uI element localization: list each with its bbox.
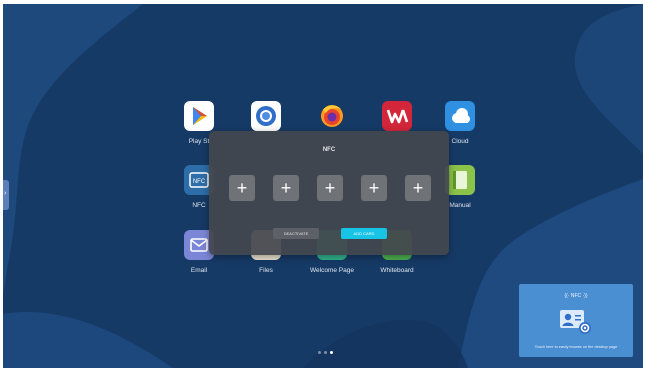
page-dot-active[interactable] xyxy=(330,351,333,354)
panel-title: ((· NFC ·)) xyxy=(564,293,588,299)
app-label: Email xyxy=(190,267,208,274)
plus-icon: + xyxy=(324,178,336,198)
chevron-right-icon: › xyxy=(4,190,7,197)
add-card-slot[interactable]: + xyxy=(273,175,299,201)
add-card-slot[interactable]: + xyxy=(361,175,387,201)
side-drawer-handle[interactable]: › xyxy=(3,180,9,210)
plus-icon: + xyxy=(368,178,380,198)
plus-icon: + xyxy=(412,178,424,198)
cloud-icon xyxy=(445,101,475,131)
app-label: Welcome Page xyxy=(310,267,354,274)
app-label: Files xyxy=(259,267,273,274)
page-dot[interactable] xyxy=(318,351,321,354)
user-card-settings-icon xyxy=(560,310,591,334)
add-card-slot[interactable]: + xyxy=(405,175,431,201)
nfc-dialog: NFC + + + + + DEACTIVATE ADD CARD xyxy=(209,131,449,255)
panel-description: Touch here to easily browse on the deskt… xyxy=(534,345,618,349)
desktop-screen: Play St Cloud NFC NFC Manual Email Files… xyxy=(3,4,643,368)
play-store-icon xyxy=(184,101,214,131)
firefox-icon xyxy=(317,101,347,131)
nfc-panel[interactable]: ((· NFC ·)) Touch here to easily browse … xyxy=(519,284,633,357)
page-dot[interactable] xyxy=(324,351,327,354)
wps-office-icon xyxy=(382,101,412,131)
app-label: Whiteboard xyxy=(380,267,414,274)
add-card-slot[interactable]: + xyxy=(317,175,343,201)
manual-icon xyxy=(445,165,475,195)
add-card-slot[interactable]: + xyxy=(229,175,255,201)
dialog-title: NFC xyxy=(322,147,336,153)
add-card-button[interactable]: ADD CARD xyxy=(341,228,387,239)
browser-icon xyxy=(251,101,281,131)
plus-icon: + xyxy=(280,178,292,198)
svg-text:NFC: NFC xyxy=(193,179,206,185)
plus-icon: + xyxy=(236,178,248,198)
deactivate-button[interactable]: DEACTIVATE xyxy=(273,228,319,239)
